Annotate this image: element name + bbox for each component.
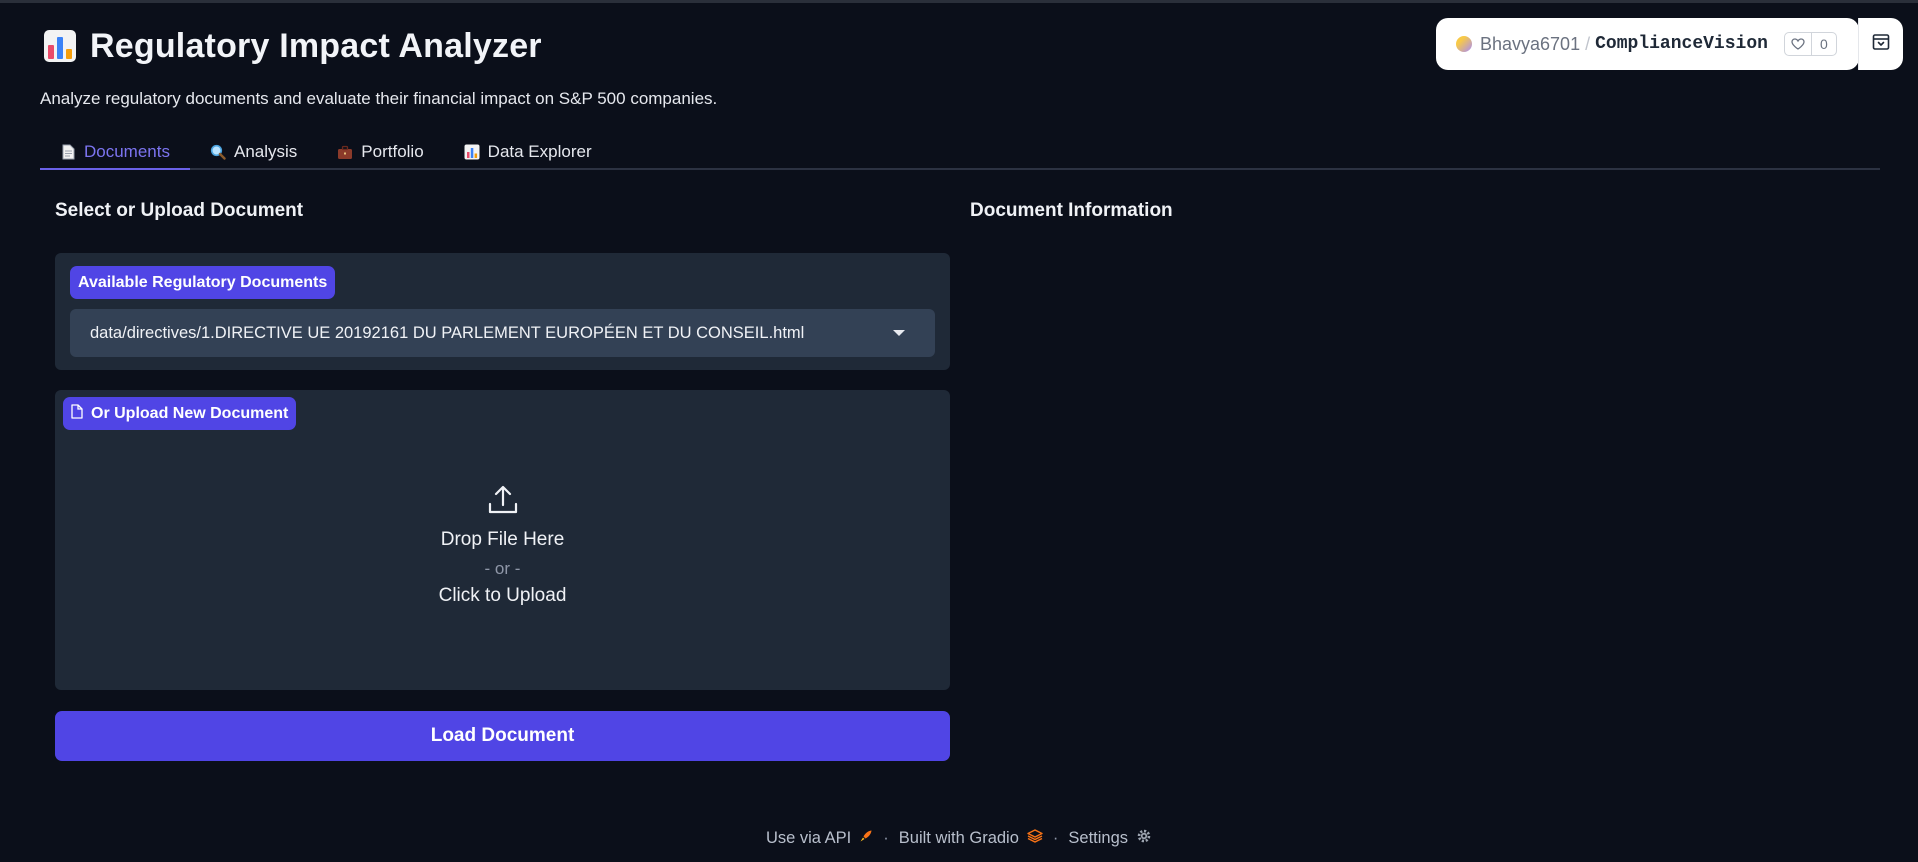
api-link-text: Use via API: [765, 829, 852, 847]
tab-label: Portfolio: [361, 142, 424, 161]
avatar: [1456, 36, 1472, 52]
section-title-info: Document Information: [970, 200, 1173, 221]
documents-dropdown-panel: Available Regulatory Documents data/dire…: [55, 253, 950, 370]
dropdown-label: Available Regulatory Documents: [70, 266, 336, 299]
space-badge[interactable]: Bhavya6701 / ComplianceVision 0: [1436, 18, 1859, 70]
gradio-logo-icon: [1027, 829, 1043, 848]
gear-icon: [1136, 828, 1152, 849]
tab-label: Documents: [84, 142, 170, 161]
tab-documents[interactable]: Documents: [40, 136, 190, 170]
document-icon: [60, 144, 76, 160]
upload-label: Or Upload New Document: [63, 397, 297, 430]
space-name[interactable]: ComplianceVision: [1595, 34, 1768, 54]
click-to-upload-text: Click to Upload: [438, 585, 567, 606]
file-icon: [71, 403, 83, 424]
like-button[interactable]: 0: [1783, 32, 1837, 56]
space-owner[interactable]: Bhavya6701: [1480, 34, 1580, 55]
briefcase-icon: [337, 144, 353, 160]
space-slash: /: [1585, 33, 1591, 54]
gradio-link-text: Built with Gradio: [898, 829, 1019, 847]
file-drop-zone[interactable]: Drop File Here - or - Click to Upload: [55, 440, 950, 690]
load-document-button[interactable]: Load Document: [55, 711, 950, 761]
document-info-column: Document Information: [970, 200, 1865, 240]
documents-dropdown[interactable]: data/directives/1.DIRECTIVE UE 20192161 …: [70, 309, 935, 357]
bar-chart-icon: [44, 30, 76, 62]
dropdown-selected-value: data/directives/1.DIRECTIVE UE 20192161 …: [90, 323, 805, 342]
upload-label-text: Or Upload New Document: [91, 404, 289, 422]
footer-separator: ·: [1052, 829, 1059, 847]
use-via-api-link[interactable]: Use via API: [766, 829, 873, 848]
window-collapse-icon: [1872, 33, 1890, 56]
rocket-icon: [859, 829, 873, 848]
bar-chart-icon: [464, 144, 480, 160]
app-container: Regulatory Impact Analyzer Analyze regul…: [40, 0, 1880, 862]
tab-label: Analysis: [233, 142, 298, 161]
caret-down-icon: [893, 330, 905, 336]
upload-icon: [487, 484, 519, 521]
settings-link-text: Settings: [1068, 829, 1129, 847]
heart-icon: [1785, 33, 1812, 55]
document-select-column: Select or Upload Document Available Regu…: [55, 200, 950, 761]
space-menu-button[interactable]: [1859, 18, 1903, 70]
magnifier-icon: [210, 144, 226, 160]
footer: Use via API · Built with Gradio · Settin…: [0, 828, 1918, 849]
tab-portfolio[interactable]: Portfolio: [317, 136, 443, 168]
upload-panel: Or Upload New Document Drop File Here - …: [55, 390, 950, 690]
built-with-gradio-link[interactable]: Built with Gradio: [899, 829, 1043, 848]
settings-link[interactable]: Settings: [1068, 828, 1152, 849]
footer-separator: ·: [883, 829, 889, 847]
page-header: Regulatory Impact Analyzer: [44, 26, 542, 66]
section-title-select: Select or Upload Document: [55, 200, 304, 221]
tab-label: Data Explorer: [487, 142, 592, 161]
like-count: 0: [1819, 36, 1828, 52]
page-subtitle: Analyze regulatory documents and evaluat…: [40, 89, 718, 108]
tab-data-explorer[interactable]: Data Explorer: [444, 136, 612, 168]
page-title: Regulatory Impact Analyzer: [90, 26, 542, 65]
drop-file-text: Drop File Here: [440, 529, 565, 550]
tab-bar: Documents Analysis Portfolio Data Explor…: [40, 134, 1880, 170]
tab-analysis[interactable]: Analysis: [190, 136, 317, 168]
or-separator-text: - or -: [484, 559, 521, 578]
